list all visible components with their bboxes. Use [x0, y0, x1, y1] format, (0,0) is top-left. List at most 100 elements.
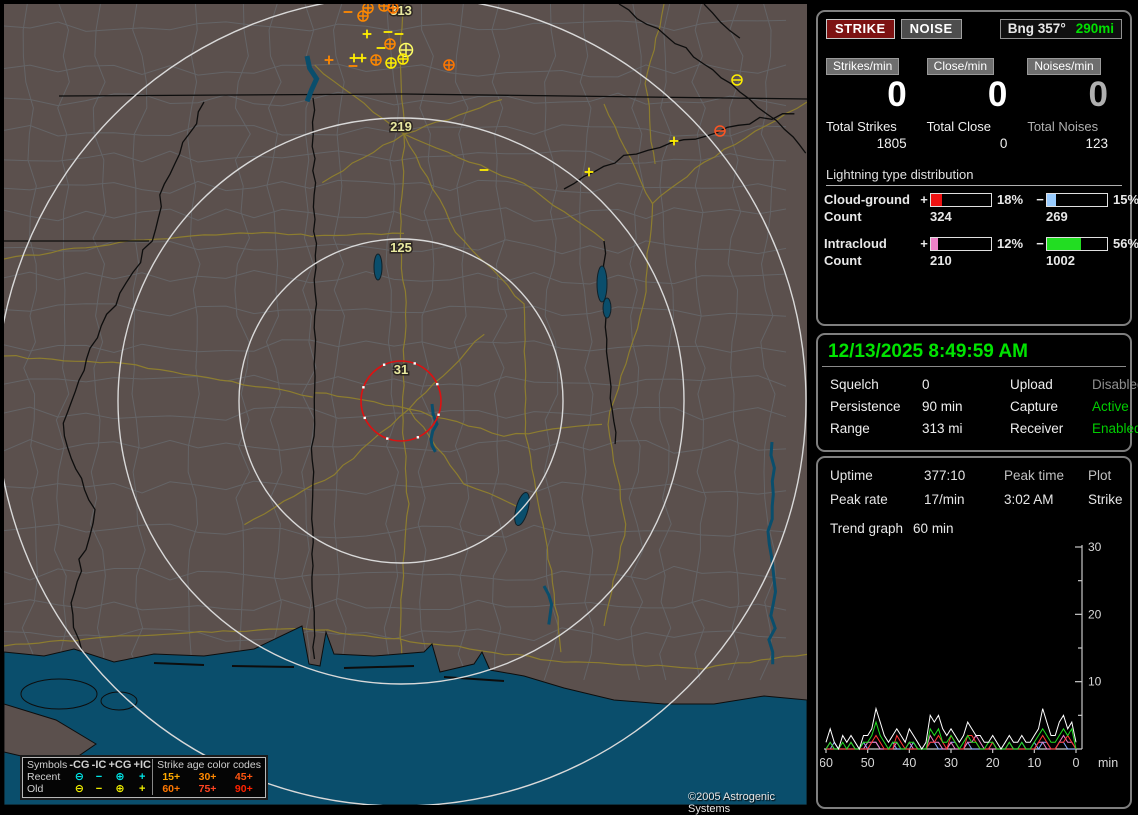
ic-pos-bar: [930, 237, 992, 251]
age-90: 90+: [226, 783, 262, 795]
ic-pos-recent-icon: +: [132, 771, 152, 783]
ic-neg-recent-icon: −: [91, 771, 108, 783]
age-15: 15+: [153, 771, 190, 783]
distribution-table: Cloud-ground + 18% − 15% Count 324 269 I…: [818, 192, 1130, 268]
total-noises-label: Total Noises: [1027, 119, 1122, 134]
cg-neg-recent-icon: ⊖: [68, 771, 90, 783]
bearing-value: Bng 357°: [1008, 21, 1066, 36]
total-close-value: 0: [927, 136, 1022, 151]
legend-col-ic-neg: -IC: [91, 759, 108, 771]
receiver-status: Enabled: [1092, 421, 1138, 436]
legend-symbols-header: Symbols: [26, 759, 68, 771]
age-45: 45+: [226, 771, 262, 783]
cg-pos-pct: 18%: [992, 192, 1034, 207]
trend-graph-chart: 1020306050403020100min: [820, 542, 1126, 802]
range-value: 313 mi: [922, 421, 1010, 436]
close-per-min-label: Close/min: [927, 58, 994, 75]
cg-pos-bar: [930, 193, 992, 207]
cg-pos-recent-icon: ⊕: [107, 771, 132, 783]
strikes-counter: Strikes/min 0 Total Strikes 1805: [826, 57, 921, 151]
trend-box: Uptime 377:10 Peak time Plot Peak rate 1…: [816, 456, 1132, 809]
peak-rate-label: Peak rate: [830, 492, 924, 507]
legend-age-title: Strike age color codes: [153, 759, 262, 771]
bearing-range-value: 290mi: [1076, 21, 1114, 36]
plot-value: Strike: [1088, 492, 1123, 507]
peak-time-value: 3:02 AM: [1004, 492, 1088, 507]
squelch-value: 0: [922, 377, 1010, 392]
strikes-per-min-label: Strikes/min: [826, 58, 899, 75]
squelch-label: Squelch: [830, 377, 922, 392]
lightning-symbol-cgp: [385, 39, 395, 49]
plus-sign: +: [918, 236, 930, 251]
uptime-label: Uptime: [830, 468, 924, 483]
strikes-per-min-value: 0: [826, 75, 921, 115]
intracloud-label: Intracloud: [824, 236, 918, 251]
cg-pos-old-icon: ⊕: [107, 783, 132, 795]
legend-recent-label: Recent: [26, 771, 68, 783]
x-tick-label: 50: [861, 756, 875, 770]
age-30: 30+: [189, 771, 225, 783]
lightning-map: 31321912531: [4, 4, 807, 805]
legend-col-cg-neg: -CG: [68, 759, 90, 771]
plus-sign: +: [918, 192, 930, 207]
ic-pos-pct: 12%: [992, 236, 1034, 251]
age-60: 60+: [153, 783, 190, 795]
peak-time-header: Peak time: [1004, 468, 1088, 483]
ic-count-label: Count: [824, 253, 918, 268]
legend-col-ic-pos: +IC: [132, 759, 152, 771]
ic-neg-count: 1002: [1046, 253, 1108, 268]
ic-pos-bar-fill: [931, 238, 938, 250]
total-close-label: Total Close: [927, 119, 1022, 134]
ic-neg-bar: [1046, 237, 1108, 251]
lightning-symbol-cgp: [398, 54, 408, 64]
strike-toggle-button[interactable]: STRIKE: [826, 19, 895, 39]
cg-neg-bar-fill: [1047, 194, 1056, 206]
range-label: Range: [830, 421, 922, 436]
ic-neg-pct: 56%: [1108, 236, 1138, 251]
copyright-text: ©2005 Astrogenic Systems: [688, 791, 807, 815]
clock-box: 12/13/2025 8:49:59 AM Squelch 0 Upload D…: [816, 333, 1132, 452]
status-table: Uptime 377:10 Peak time Plot Peak rate 1…: [818, 458, 1130, 507]
app-window: { "side_panel": { "strike_button": "STRI…: [0, 0, 1138, 812]
ring-label-125: 125: [390, 240, 412, 255]
total-strikes-value: 1805: [826, 136, 921, 151]
stats-box: STRIKE NOISE Bng 357° 290mi Strikes/min 0…: [816, 10, 1132, 326]
map-view[interactable]: 31321912531 Symbols -CG -IC +CG +IC Stri…: [4, 4, 807, 805]
trend-graph-window: 60 min: [913, 521, 954, 536]
y-tick-label: 10: [1088, 675, 1102, 689]
x-tick-label: 30: [944, 756, 958, 770]
y-tick-label: 30: [1088, 542, 1102, 554]
lightning-symbol-cgp: [444, 60, 454, 70]
cloud-ground-label: Cloud-ground: [824, 192, 918, 207]
persistence-label: Persistence: [830, 399, 922, 414]
legend-col-cg-pos: +CG: [107, 759, 132, 771]
cg-neg-bar: [1046, 193, 1108, 207]
total-noises-value: 123: [1027, 136, 1122, 151]
ic-pos-old-icon: +: [132, 783, 152, 795]
lightning-symbol-cgp: [386, 58, 396, 68]
ring-label-219: 219: [390, 119, 412, 134]
ring-label-31: 31: [394, 362, 408, 377]
x-tick-label: 0: [1073, 756, 1080, 770]
lightning-symbol-cgp: [388, 4, 398, 13]
legend-old-label: Old: [26, 783, 68, 795]
cg-neg-pct: 15%: [1108, 192, 1138, 207]
settings-table: Squelch 0 Upload Disabled Persistence 90…: [818, 367, 1130, 436]
noises-per-min-label: Noises/min: [1027, 58, 1100, 75]
close-per-min-value: 0: [927, 75, 1022, 115]
capture-label: Capture: [1010, 399, 1092, 414]
ic-neg-bar-fill: [1047, 238, 1081, 250]
capture-status: Active: [1092, 399, 1138, 414]
minus-sign: −: [1034, 236, 1046, 251]
x-tick-label: 20: [986, 756, 1000, 770]
noise-toggle-button[interactable]: NOISE: [901, 19, 962, 39]
lightning-symbol-cgp: [371, 55, 381, 65]
y-tick-label: 20: [1088, 607, 1102, 621]
datetime-display: 12/13/2025 8:49:59 AM: [818, 335, 1130, 366]
bearing-display: Bng 357° 290mi: [1000, 19, 1122, 39]
cg-pos-count: 324: [930, 209, 992, 224]
noises-per-min-value: 0: [1027, 75, 1122, 115]
receiver-label: Receiver: [1010, 421, 1092, 436]
minus-sign: −: [1034, 192, 1046, 207]
upload-status: Disabled: [1092, 377, 1138, 392]
